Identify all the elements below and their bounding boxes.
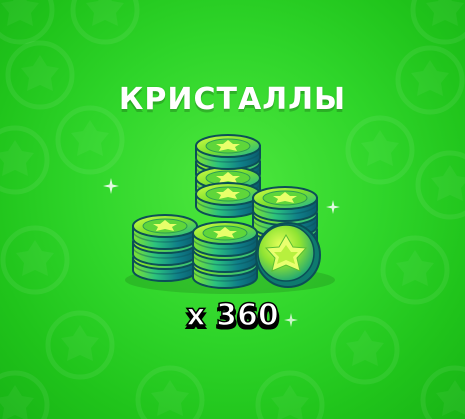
gem-badge-icon (138, 368, 202, 419)
reward-card: КРИСТАЛЛЫ x 360 (0, 0, 465, 419)
gem-badge-icon (418, 153, 465, 217)
gem-badge-icon (3, 228, 67, 292)
reward-quantity: x 360 (186, 297, 280, 334)
gem-badge-icon (413, 0, 465, 42)
sparkle-icon (103, 178, 119, 194)
gem-badge-icon (0, 373, 47, 419)
gem-badge-icon (73, 0, 137, 42)
gem-coin-stack-icon (125, 134, 335, 294)
gem-badge-icon (383, 238, 447, 302)
sparkle-icon (326, 200, 340, 214)
gem-badge-icon (423, 368, 465, 419)
reward-title: КРИСТАЛЛЫ (118, 82, 347, 117)
gem-badge-icon (258, 373, 322, 419)
gem-badge-icon (0, 128, 47, 192)
gem-badge-icon (0, 0, 52, 42)
